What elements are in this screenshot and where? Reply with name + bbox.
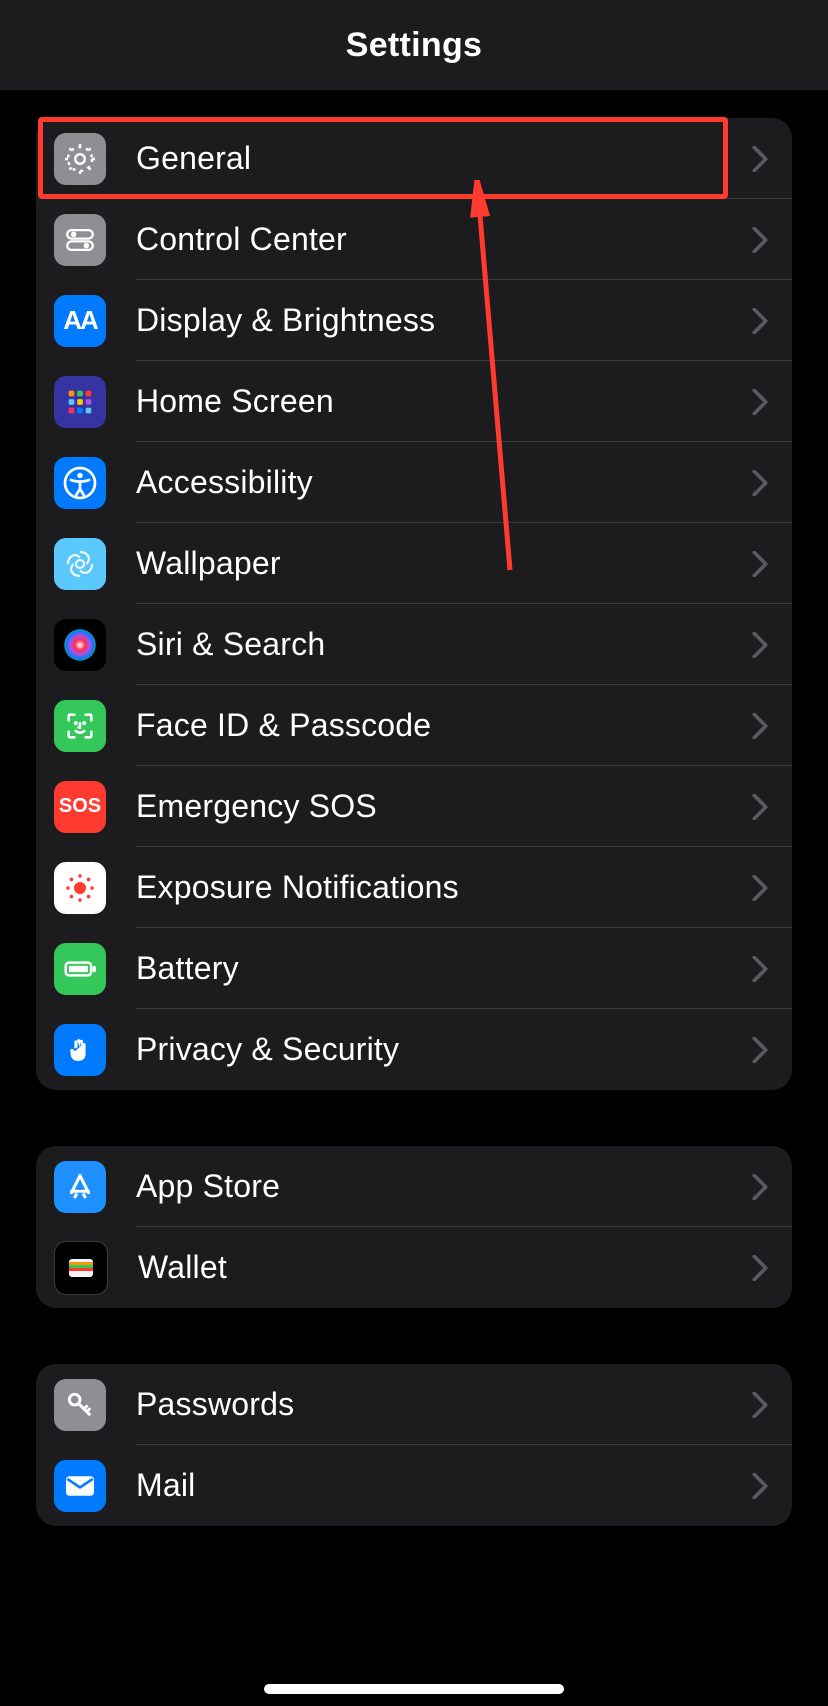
chevron-right-icon — [752, 956, 768, 982]
gear-icon — [54, 133, 106, 185]
sos-icon: SOS — [54, 781, 106, 833]
app-store-icon — [54, 1161, 106, 1213]
settings-row-home-screen[interactable]: Home Screen — [36, 361, 792, 442]
settings-row-label: Mail — [136, 1467, 195, 1504]
chevron-right-icon — [752, 1392, 768, 1418]
chevron-right-icon — [752, 389, 768, 415]
settings-row-label: Face ID & Passcode — [136, 707, 431, 744]
settings-group-main: General Control Center — [36, 118, 792, 1090]
aa-glyph: AA — [63, 305, 97, 336]
key-icon — [54, 1379, 106, 1431]
settings-row-control-center[interactable]: Control Center — [36, 199, 792, 280]
wallpaper-icon — [54, 538, 106, 590]
home-indicator[interactable] — [264, 1684, 564, 1694]
settings-screen: Settings General — [0, 0, 828, 1706]
settings-row-privacy-security[interactable]: Privacy & Security — [36, 1009, 792, 1090]
settings-row-emergency-sos[interactable]: SOS Emergency SOS — [36, 766, 792, 847]
siri-icon — [54, 619, 106, 671]
settings-row-passwords[interactable]: Passwords — [36, 1364, 792, 1445]
chevron-right-icon — [752, 1174, 768, 1200]
settings-content: General Control Center — [0, 90, 828, 1526]
toggles-icon — [54, 214, 106, 266]
settings-row-label: General — [136, 140, 251, 177]
chevron-right-icon — [752, 146, 768, 172]
sos-glyph: SOS — [59, 795, 101, 818]
chevron-right-icon — [752, 632, 768, 658]
settings-row-wallet[interactable]: Wallet — [36, 1227, 792, 1308]
chevron-right-icon — [752, 1037, 768, 1063]
battery-icon — [54, 943, 106, 995]
settings-row-mail[interactable]: Mail — [36, 1445, 792, 1526]
settings-row-display-brightness[interactable]: AA Display & Brightness — [36, 280, 792, 361]
wallet-icon — [54, 1241, 108, 1295]
accessibility-icon — [54, 457, 106, 509]
exposure-icon — [54, 862, 106, 914]
settings-group-store: App Store Wallet — [36, 1146, 792, 1308]
settings-row-label: Control Center — [136, 221, 347, 258]
settings-row-label: Siri & Search — [136, 626, 325, 663]
face-id-icon — [54, 700, 106, 752]
chevron-right-icon — [752, 308, 768, 334]
chevron-right-icon — [752, 551, 768, 577]
chevron-right-icon — [752, 875, 768, 901]
chevron-right-icon — [752, 227, 768, 253]
header: Settings — [0, 0, 828, 90]
settings-row-label: App Store — [136, 1168, 280, 1205]
chevron-right-icon — [752, 1255, 768, 1281]
chevron-right-icon — [752, 713, 768, 739]
settings-row-wallpaper[interactable]: Wallpaper — [36, 523, 792, 604]
page-title: Settings — [346, 26, 483, 65]
chevron-right-icon — [752, 1473, 768, 1499]
hand-icon — [54, 1024, 106, 1076]
settings-row-label: Display & Brightness — [136, 302, 435, 339]
chevron-right-icon — [752, 794, 768, 820]
settings-row-label: Privacy & Security — [136, 1031, 399, 1068]
settings-row-label: Emergency SOS — [136, 788, 377, 825]
home-screen-icon — [54, 376, 106, 428]
settings-row-label: Home Screen — [136, 383, 334, 420]
settings-row-label: Accessibility — [136, 464, 313, 501]
settings-group-accounts: Passwords Mail — [36, 1364, 792, 1526]
settings-row-exposure-notifications[interactable]: Exposure Notifications — [36, 847, 792, 928]
settings-row-label: Battery — [136, 950, 239, 987]
settings-row-siri-search[interactable]: Siri & Search — [36, 604, 792, 685]
settings-row-general[interactable]: General — [36, 118, 792, 199]
settings-row-accessibility[interactable]: Accessibility — [36, 442, 792, 523]
settings-row-battery[interactable]: Battery — [36, 928, 792, 1009]
settings-row-label: Passwords — [136, 1386, 294, 1423]
chevron-right-icon — [752, 470, 768, 496]
settings-row-app-store[interactable]: App Store — [36, 1146, 792, 1227]
settings-row-label: Wallet — [138, 1249, 227, 1286]
mail-icon — [54, 1460, 106, 1512]
text-size-icon: AA — [54, 295, 106, 347]
settings-row-face-id-passcode[interactable]: Face ID & Passcode — [36, 685, 792, 766]
settings-row-label: Exposure Notifications — [136, 869, 459, 906]
settings-row-label: Wallpaper — [136, 545, 281, 582]
